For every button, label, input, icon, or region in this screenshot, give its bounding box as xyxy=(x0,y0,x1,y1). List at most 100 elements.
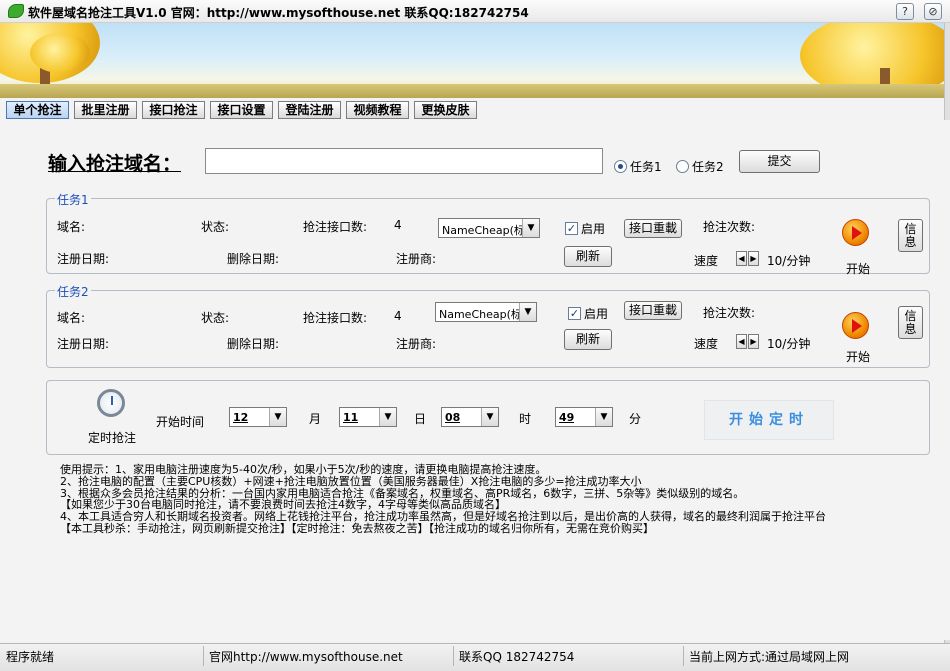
task1-speed-value: 10/分钟 xyxy=(767,254,811,268)
task1-reg-date-label: 注册日期: xyxy=(57,252,110,266)
task1-provider-select[interactable]: NameCheap(标准 ▼ xyxy=(438,218,540,238)
day-select[interactable]: 11 ▼ xyxy=(339,407,397,427)
banner-ground xyxy=(0,84,950,98)
task1-refresh-button[interactable]: 刷新 xyxy=(564,246,612,267)
task1-registrar-label: 注册商: xyxy=(396,252,437,266)
tip-line: 2、抢注电脑的配置（主要CPU核数）+网速+抢注电脑放置位置（美国服务器最佳）X… xyxy=(60,474,642,488)
task2-provider-select[interactable]: NameCheap(标准 ▼ xyxy=(435,302,537,322)
task2-api-count-label: 抢注接口数: xyxy=(303,311,368,325)
task2-start-button[interactable] xyxy=(837,308,873,344)
task2-status-label: 状态: xyxy=(201,311,230,325)
task1-enable-checkbox[interactable]: ✓ 启用 xyxy=(565,220,605,237)
status-network: 当前上网方式:通过局域网上网 xyxy=(689,650,850,664)
domain-input[interactable] xyxy=(205,148,603,174)
start-timer-button[interactable]: 开始定时 xyxy=(704,400,834,440)
task2-del-date-label: 删除日期: xyxy=(227,337,280,351)
task1-speed-label: 速度 xyxy=(694,254,719,268)
tab-api-settings[interactable]: 接口设置 xyxy=(210,101,273,119)
task1-start-button[interactable] xyxy=(837,215,873,251)
hour-value: 08 xyxy=(445,411,461,424)
task1-domain-label: 域名: xyxy=(57,220,86,234)
tab-api[interactable]: 接口抢注 xyxy=(142,101,205,119)
task1-api-count-label: 抢注接口数: xyxy=(303,220,368,234)
task2-start-label: 开始 xyxy=(846,350,871,364)
task1-enable-label: 启用 xyxy=(581,222,606,236)
task1-api-count: 4 xyxy=(394,218,402,232)
task1-attempts-label: 抢注次数: xyxy=(703,220,756,234)
domain-input-label: 输入抢注域名： xyxy=(48,153,182,175)
submit-button[interactable]: 提交 xyxy=(739,150,820,173)
task2-speed-spinner[interactable]: ◀ ▶ xyxy=(736,334,759,349)
status-qq: 联系QQ 182742754 xyxy=(459,650,575,664)
task2-attempts-label: 抢注次数: xyxy=(703,306,756,320)
window-title: 软件屋域名抢注工具V1.0 官网：http://www.mysofthouse.… xyxy=(28,6,529,20)
status-site: 官网http://www.mysofthouse.net xyxy=(209,650,403,664)
arrow-left-icon[interactable]: ◀ xyxy=(736,334,747,349)
minute-unit: 分 xyxy=(629,412,642,426)
help-icon[interactable]: ? xyxy=(896,3,914,20)
chevron-down-icon: ▼ xyxy=(522,219,539,237)
task2-provider-value: NameCheap(标准 xyxy=(439,308,519,321)
arrow-right-icon[interactable]: ▶ xyxy=(748,251,759,266)
play-triangle xyxy=(852,226,862,240)
minute-select[interactable]: 49 ▼ xyxy=(555,407,613,427)
tip-line: 【本工具秒杀：手动抢注，网页刷新提交抢注】【定时抢注：免去熬夜之苦】【抢注成功的… xyxy=(60,521,654,535)
task1-reload-button[interactable]: 接口重載 xyxy=(624,219,682,238)
task2-speed-label: 速度 xyxy=(694,337,719,351)
task1-radio-label: 任务1 xyxy=(630,160,662,174)
task2-radio-label: 任务2 xyxy=(692,160,724,174)
radio-dot xyxy=(614,160,627,173)
task2-enable-checkbox[interactable]: ✓ 启用 xyxy=(568,305,608,322)
task1-info-button[interactable]: 信息 xyxy=(898,219,923,252)
task1-provider-value: NameCheap(标准 xyxy=(442,224,522,237)
app-leaf-icon xyxy=(8,4,24,18)
task1-speed-spinner[interactable]: ◀ ▶ xyxy=(736,251,759,266)
minute-value: 49 xyxy=(559,411,575,424)
status-divider xyxy=(683,646,684,666)
play-triangle xyxy=(852,319,862,333)
chevron-down-icon: ▼ xyxy=(481,408,498,426)
tab-batch[interactable]: 批里注册 xyxy=(74,101,137,119)
start-time-label: 开始时间 xyxy=(156,415,205,429)
task2-radio[interactable]: 任务2 xyxy=(676,158,724,175)
title-bar: 软件屋域名抢注工具V1.0 官网：http://www.mysofthouse.… xyxy=(0,0,950,23)
month-select[interactable]: 12 ▼ xyxy=(229,407,287,427)
task2-registrar-label: 注册商: xyxy=(396,337,437,351)
status-divider xyxy=(453,646,454,666)
close-icon[interactable]: ⊘ xyxy=(924,3,942,20)
tree-left-2 xyxy=(30,33,90,73)
status-bar: 程序就绪 官网http://www.mysofthouse.net 联系QQ 1… xyxy=(0,643,950,671)
hour-select[interactable]: 08 ▼ xyxy=(441,407,499,427)
task1-del-date-label: 删除日期: xyxy=(227,252,280,266)
chevron-down-icon: ▼ xyxy=(269,408,286,426)
task2-info-button[interactable]: 信息 xyxy=(898,306,923,339)
arrow-left-icon[interactable]: ◀ xyxy=(736,251,747,266)
status-divider xyxy=(203,646,204,666)
radio-dot xyxy=(676,160,689,173)
tab-video[interactable]: 视频教程 xyxy=(346,101,409,119)
tab-login[interactable]: 登陆注册 xyxy=(278,101,341,119)
task2-reload-button[interactable]: 接口重載 xyxy=(624,301,682,320)
chevron-down-icon: ▼ xyxy=(595,408,612,426)
month-unit: 月 xyxy=(309,412,322,426)
tab-skin[interactable]: 更换皮肤 xyxy=(414,101,477,119)
day-value: 11 xyxy=(343,411,359,424)
task2-reg-date-label: 注册日期: xyxy=(57,337,110,351)
day-unit: 日 xyxy=(414,412,427,426)
hour-unit: 时 xyxy=(519,412,532,426)
status-ready: 程序就绪 xyxy=(6,650,55,664)
task2-refresh-button[interactable]: 刷新 xyxy=(564,329,612,350)
chevron-down-icon: ▼ xyxy=(519,303,536,321)
header-banner xyxy=(0,23,950,98)
task2-enable-label: 启用 xyxy=(584,307,609,321)
arrow-right-icon[interactable]: ▶ xyxy=(748,334,759,349)
tab-single[interactable]: 单个抢注 xyxy=(6,101,69,119)
month-value: 12 xyxy=(233,411,249,424)
clock-icon xyxy=(97,389,125,417)
checkmark-icon: ✓ xyxy=(565,222,578,235)
chevron-down-icon: ▼ xyxy=(379,408,396,426)
task2-speed-value: 10/分钟 xyxy=(767,337,811,351)
task1-radio[interactable]: 任务1 xyxy=(614,158,662,175)
task2-domain-label: 域名: xyxy=(57,311,86,325)
timer-label: 定时抢注 xyxy=(88,431,137,445)
